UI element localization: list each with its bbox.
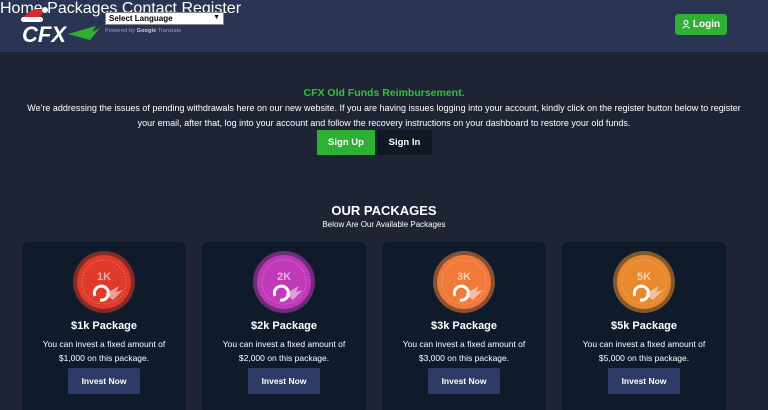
hero-text: We're addressing the issues of pending w… (27, 103, 741, 128)
medal-label: 3K (457, 271, 471, 283)
hero-title: CFX Old Funds Reimbursement. (303, 87, 465, 99)
packages-subtitle: Below Are Our Available Packages (322, 220, 446, 229)
cfx-logo[interactable]: CFX (18, 4, 102, 46)
user-icon (681, 20, 690, 29)
package-title: $2k Package (250, 320, 318, 332)
medal-label: 5K (637, 271, 651, 283)
package-card-2k: 2K $2k Package You can invest a fixed am… (202, 242, 366, 410)
svg-text:CFX: CFX (22, 22, 67, 46)
top-navbar: CFX Select Language ▼ Powered by Google … (0, 0, 768, 52)
dropdown-arrow-icon: ▼ (213, 14, 220, 21)
medal-label: 2K (277, 271, 291, 283)
language-select[interactable]: Select Language ▼ (105, 12, 224, 25)
signup-button[interactable]: Sign Up (317, 130, 375, 155)
login-button[interactable]: Login (675, 14, 727, 35)
package-desc: You can invest a fixed amount of $2,000 … (222, 339, 346, 363)
invest-now-button[interactable]: Invest Now (68, 368, 140, 394)
package-title: $1k Package (70, 320, 138, 332)
package-desc: You can invest a fixed amount of $1,000 … (42, 339, 166, 363)
invest-now-button[interactable]: Invest Now (428, 368, 500, 394)
package-title: $3k Package (430, 320, 498, 332)
package-card-3k: 3K $3k Package You can invest a fixed am… (382, 242, 546, 410)
language-widget: Select Language ▼ Powered by Google Tran… (105, 12, 224, 34)
signin-button[interactable]: Sign In (377, 130, 432, 155)
invest-now-button[interactable]: Invest Now (248, 368, 320, 394)
package-card-1k: 1K $1k Package You can invest a fixed am… (22, 242, 186, 410)
invest-now-button[interactable]: Invest Now (608, 368, 680, 394)
package-desc: You can invest a fixed amount of $5,000 … (582, 339, 706, 363)
package-card-5k: 5K $5k Package You can invest a fixed am… (562, 242, 726, 410)
package-desc: You can invest a fixed amount of $3,000 … (402, 339, 526, 363)
medal-label: 1K (97, 271, 111, 283)
powered-by-google: Powered by Google Translate (105, 28, 182, 34)
packages-title: OUR PACKAGES (331, 203, 437, 218)
package-title: $5k Package (610, 320, 678, 332)
